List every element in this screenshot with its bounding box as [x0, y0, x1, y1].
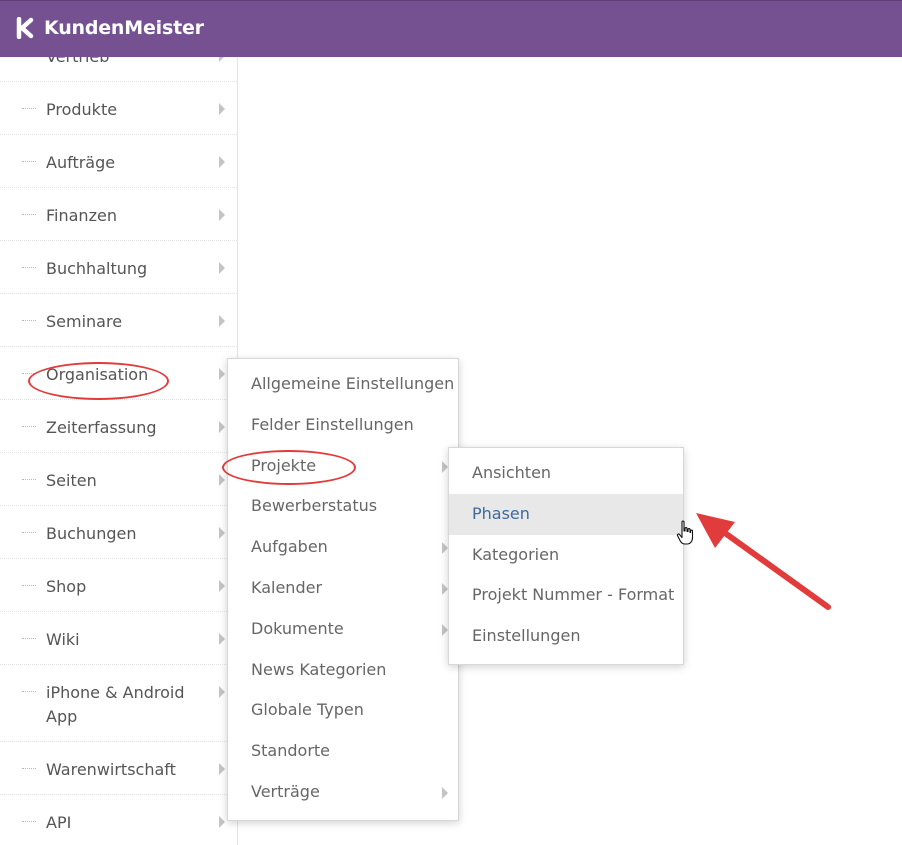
menu-item-vertraege[interactable]: Verträge [228, 772, 458, 813]
menu-item-label: Verträge [251, 781, 320, 801]
chevron-right-icon [219, 763, 225, 775]
menu-item-standorte[interactable]: Standorte [228, 731, 458, 772]
menu-item-label: Allgemeine Einstellungen [251, 374, 455, 393]
menu-item-label: Felder Einstellungen [251, 414, 414, 434]
chevron-right-icon [219, 527, 225, 539]
sidebar-item-seminare[interactable]: Seminare [0, 294, 237, 347]
chevron-right-icon [219, 580, 225, 592]
organisation-submenu: Allgemeine Einstellungen Felder Einstell… [227, 358, 459, 821]
sidebar-item-auftraege[interactable]: Aufträge [0, 135, 237, 188]
menu-item-label: Globale Typen [251, 700, 364, 720]
chevron-right-icon [219, 633, 225, 645]
menu-item-projekte[interactable]: Projekte [228, 446, 458, 487]
sidebar: Vertrieb Produkte Aufträge Finanzen Buch… [0, 57, 238, 845]
sidebar-item-label: Wiki [46, 630, 80, 649]
chevron-right-icon [219, 816, 225, 828]
sidebar-item-label: Warenwirtschaft [46, 760, 176, 779]
sidebar-item-vertrieb[interactable]: Vertrieb [0, 57, 237, 82]
menu-item-label: News Kategorien [251, 659, 387, 679]
sidebar-item-label: Seiten [46, 471, 97, 490]
chevron-right-icon [219, 315, 225, 327]
sidebar-item-label: Organisation [46, 365, 149, 384]
menu-item-label: Phasen [472, 503, 530, 523]
sidebar-item-produkte[interactable]: Produkte [0, 82, 237, 135]
chevron-right-icon [219, 421, 225, 433]
sidebar-item-label: Finanzen [46, 206, 117, 225]
sidebar-item-mobile-app[interactable]: iPhone & Android App [0, 665, 237, 742]
sidebar-item-label: Produkte [46, 100, 118, 119]
menu-item-projekt-nummer-format[interactable]: Projekt Nummer - Format [449, 575, 683, 616]
menu-item-globale-typen[interactable]: Globale Typen [228, 690, 458, 731]
sidebar-item-zeiterfassung[interactable]: Zeiterfassung [0, 400, 237, 453]
sidebar-item-label: iPhone & Android App [46, 683, 185, 726]
menu-item-label: Projekt Nummer - Format [472, 585, 675, 605]
menu-item-news-kategorien[interactable]: News Kategorien [228, 650, 458, 691]
sidebar-item-organisation[interactable]: Organisation [0, 347, 237, 400]
chevron-right-icon [219, 57, 225, 62]
menu-item-bewerberstatus[interactable]: Bewerberstatus [228, 486, 458, 527]
sidebar-item-label: Shop [46, 577, 87, 596]
chevron-right-icon [442, 786, 448, 799]
sidebar-item-label: Zeiterfassung [46, 418, 157, 437]
chevron-right-icon [219, 209, 225, 221]
chevron-right-icon [219, 686, 225, 698]
app-logo[interactable]: KundenMeister [14, 13, 204, 43]
sidebar-item-label: Vertrieb [46, 57, 211, 69]
kundenmeister-logo-icon [16, 17, 34, 39]
menu-item-label: Einstellungen [472, 626, 581, 646]
menu-item-ansichten[interactable]: Ansichten [449, 453, 683, 494]
sidebar-item-label: Seminare [46, 312, 123, 331]
sidebar-item-label: API [46, 813, 72, 832]
menu-item-label: Standorte [251, 741, 331, 761]
sidebar-item-label: Aufträge [46, 153, 116, 172]
chevron-right-icon [219, 262, 225, 274]
menu-item-dokumente[interactable]: Dokumente [228, 609, 458, 650]
menu-item-phasen[interactable]: Phasen [449, 493, 683, 535]
sidebar-item-seiten[interactable]: Seiten [0, 453, 237, 506]
chevron-right-icon [219, 103, 225, 115]
sidebar-item-label: Buchhaltung [46, 259, 148, 278]
menu-item-label: Dokumente [251, 618, 344, 638]
chevron-right-icon [219, 474, 225, 486]
sidebar-item-buchungen[interactable]: Buchungen [0, 506, 237, 559]
sidebar-item-api[interactable]: API [0, 795, 237, 845]
menu-item-allgemeine-einstellungen[interactable]: Allgemeine Einstellungen [228, 364, 458, 405]
app-name: KundenMeister [44, 17, 204, 39]
sidebar-item-buchhaltung[interactable]: Buchhaltung [0, 241, 237, 294]
menu-item-label: Projekte [251, 455, 317, 475]
menu-item-kategorien[interactable]: Kategorien [449, 535, 683, 576]
annotation-arrow-icon [696, 513, 831, 610]
menu-item-label: Kalender [251, 577, 323, 597]
menu-item-felder-einstellungen[interactable]: Felder Einstellungen [228, 405, 458, 446]
sidebar-item-warenwirtschaft[interactable]: Warenwirtschaft [0, 742, 237, 795]
menu-item-label: Kategorien [472, 544, 560, 564]
sidebar-item-wiki[interactable]: Wiki [0, 612, 237, 665]
chevron-right-icon [219, 368, 225, 380]
top-bar: KundenMeister [0, 0, 902, 57]
sidebar-item-finanzen[interactable]: Finanzen [0, 188, 237, 241]
menu-item-kalender[interactable]: Kalender [228, 568, 458, 609]
menu-item-label: Ansichten [472, 463, 552, 482]
menu-item-label: Aufgaben [251, 537, 328, 557]
menu-item-aufgaben[interactable]: Aufgaben [228, 527, 458, 568]
menu-item-label: Bewerberstatus [251, 496, 378, 516]
sidebar-item-shop[interactable]: Shop [0, 559, 237, 612]
chevron-right-icon [219, 156, 225, 168]
menu-item-einstellungen[interactable]: Einstellungen [449, 616, 683, 657]
sidebar-item-label: Buchungen [46, 524, 137, 543]
projekte-submenu: Ansichten Phasen Kategorien Projekt Numm… [448, 447, 684, 665]
